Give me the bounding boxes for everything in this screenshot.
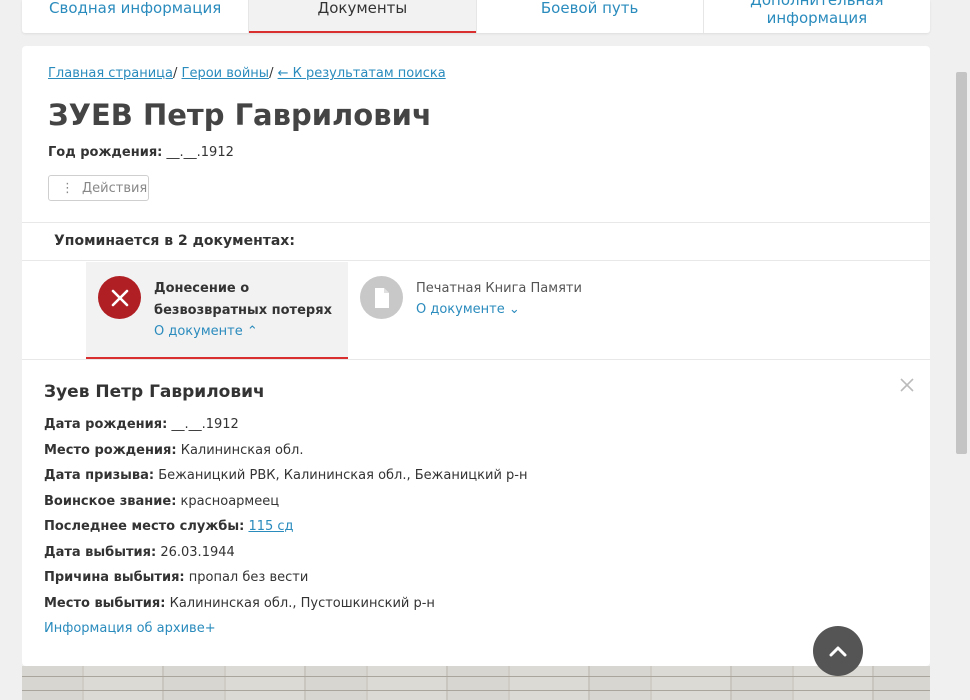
detail-value: красноармеец bbox=[180, 493, 280, 509]
document-about-toggle[interactable]: О документе ⌃ bbox=[154, 324, 258, 339]
tab-additional-info[interactable]: Дополнительная информация bbox=[704, 0, 930, 33]
detail-row: Дата рождения: __.__.1912 bbox=[44, 416, 527, 442]
detail-label: Дата выбытия: bbox=[44, 544, 157, 560]
document-card-memory-book[interactable]: Печатная Книга Памяти О документе ⌄ bbox=[358, 262, 618, 359]
breadcrumb-separator: / bbox=[173, 66, 182, 81]
detail-value: пропал без вести bbox=[188, 570, 309, 585]
birth-year-value: __.__.1912 bbox=[166, 145, 234, 160]
record-details: Дата рождения: __.__.1912 Место рождения… bbox=[44, 416, 527, 620]
document-about-toggle[interactable]: О документе ⌄ bbox=[416, 302, 520, 317]
tab-summary[interactable]: Сводная информация bbox=[22, 0, 250, 33]
breadcrumb: Главная страница/ Герои войны/ ← К резул… bbox=[48, 66, 446, 81]
detail-value: __.__.1912 bbox=[171, 417, 239, 432]
service-unit-link[interactable]: 115 сд bbox=[248, 519, 293, 534]
birth-year: Год рождения: __.__.1912 bbox=[48, 145, 234, 160]
detail-row: Причина выбытия: пропал без вести bbox=[44, 569, 527, 595]
detail-label: Место выбытия: bbox=[44, 595, 166, 611]
document-icon bbox=[360, 276, 403, 319]
detail-label: Последнее место службы: bbox=[44, 519, 245, 534]
mentions-heading: Упоминается в 2 документах: bbox=[54, 233, 295, 249]
detail-row: Последнее место службы: 115 сд bbox=[44, 518, 527, 544]
close-icon[interactable] bbox=[898, 376, 916, 394]
main-card: Главная страница/ Герои войны/ ← К резул… bbox=[22, 46, 930, 666]
breadcrumb-home-link[interactable]: Главная страница bbox=[48, 66, 173, 81]
detail-label: Воинское звание: bbox=[44, 493, 177, 509]
chevron-up-icon bbox=[829, 646, 847, 657]
scrollbar-thumb[interactable] bbox=[956, 72, 967, 454]
document-card-loss-report[interactable]: Донесение о безвозвратных потерях О доку… bbox=[86, 262, 348, 359]
document-title: Донесение о безвозвратных потерях bbox=[154, 281, 332, 318]
tab-combat-path-label: Боевой путь bbox=[540, 0, 639, 17]
birth-year-label: Год рождения: bbox=[48, 145, 163, 160]
scan-rule bbox=[22, 676, 930, 677]
cancel-x-icon bbox=[98, 276, 141, 319]
scan-rule bbox=[22, 690, 930, 691]
detail-label: Причина выбытия: bbox=[44, 570, 185, 585]
tab-documents-label: Документы bbox=[317, 0, 408, 17]
detail-row: Место рождения: Калининская обл. bbox=[44, 442, 527, 468]
tab-additional-info-label: Дополнительная информация bbox=[750, 0, 884, 27]
record-person-name: Зуев Петр Гаврилович bbox=[44, 382, 265, 402]
scrollbar[interactable] bbox=[953, 0, 970, 700]
detail-value: Калининская обл., Пустошкинский р-н bbox=[169, 595, 435, 611]
actions-button[interactable]: ⋮ Действия bbox=[48, 175, 149, 201]
breadcrumb-separator: / bbox=[269, 66, 278, 81]
breadcrumb-heroes-link[interactable]: Герои войны bbox=[182, 66, 270, 81]
divider bbox=[22, 359, 930, 360]
tab-documents[interactable]: Документы bbox=[249, 0, 477, 33]
detail-label: Дата призыва: bbox=[44, 468, 155, 483]
archive-info-link[interactable]: Информация об архиве+ bbox=[44, 621, 216, 636]
detail-row: Дата выбытия: 26.03.1944 bbox=[44, 544, 527, 570]
detail-value: Калининская обл. bbox=[180, 442, 304, 458]
tab-combat-path[interactable]: Боевой путь bbox=[477, 0, 704, 33]
scroll-to-top-button[interactable] bbox=[813, 626, 863, 676]
divider bbox=[22, 222, 930, 223]
detail-row: Место выбытия: Калининская обл., Пустошк… bbox=[44, 595, 527, 621]
tab-summary-label: Сводная информация bbox=[49, 0, 222, 17]
detail-label: Дата рождения: bbox=[44, 417, 168, 432]
detail-row: Воинское звание: красноармеец bbox=[44, 493, 527, 519]
detail-value: Бежаницкий РВК, Калининская обл., Бежани… bbox=[158, 468, 528, 483]
actions-label: Действия bbox=[82, 180, 148, 196]
back-to-results-link[interactable]: ← К результатам поиска bbox=[278, 66, 446, 81]
divider bbox=[22, 260, 930, 261]
document-title: Печатная Книга Памяти bbox=[416, 281, 582, 296]
detail-label: Место рождения: bbox=[44, 442, 177, 458]
page-title: ЗУЕВ Петр Гаврилович bbox=[48, 98, 432, 132]
detail-value: 26.03.1944 bbox=[160, 544, 235, 560]
detail-row: Дата призыва: Бежаницкий РВК, Калининска… bbox=[44, 467, 527, 493]
document-scan-image[interactable] bbox=[22, 666, 930, 700]
kebab-menu-icon: ⋮ bbox=[61, 180, 74, 196]
tab-bar: Сводная информация Документы Боевой путь… bbox=[22, 0, 930, 33]
